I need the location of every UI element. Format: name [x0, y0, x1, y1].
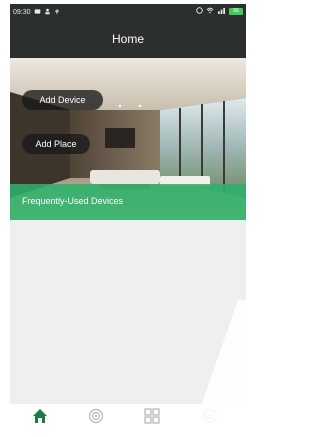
nav-devices[interactable]	[132, 407, 172, 429]
nav-scenes[interactable]	[76, 407, 116, 429]
status-time: 09:30	[13, 9, 31, 16]
add-device-button[interactable]: Add Device	[22, 90, 103, 110]
alarm-icon	[196, 7, 203, 16]
status-bar: 09:30 56	[10, 4, 246, 20]
phone-screen: 09:30 56 Home Add Device Add Place Frequ…	[10, 4, 246, 431]
frequently-used-label: Frequently-Used Devices	[22, 196, 124, 206]
usb-icon	[54, 8, 60, 17]
battery-icon: 56	[229, 8, 243, 15]
scenes-icon	[88, 408, 104, 429]
status-left: 09:30	[13, 8, 60, 17]
status-right: 56	[196, 7, 243, 16]
message-icon	[34, 8, 41, 17]
frequently-used-header[interactable]: Frequently-Used Devices	[10, 184, 246, 220]
add-place-button[interactable]: Add Place	[22, 134, 90, 154]
grid-icon	[144, 407, 160, 429]
app-header: Home	[10, 20, 246, 58]
settings-gear-icon	[202, 407, 218, 429]
devices-list-area	[10, 220, 246, 404]
signal-icon	[217, 7, 226, 16]
bottom-nav	[10, 404, 246, 431]
nav-settings[interactable]	[190, 407, 230, 429]
nav-home[interactable]	[20, 407, 60, 429]
person-icon	[44, 8, 51, 17]
home-icon	[32, 408, 48, 429]
wifi-icon	[206, 7, 214, 16]
page-title: Home	[111, 32, 144, 46]
home-banner: Add Device Add Place Frequently-Used Dev…	[10, 58, 246, 220]
